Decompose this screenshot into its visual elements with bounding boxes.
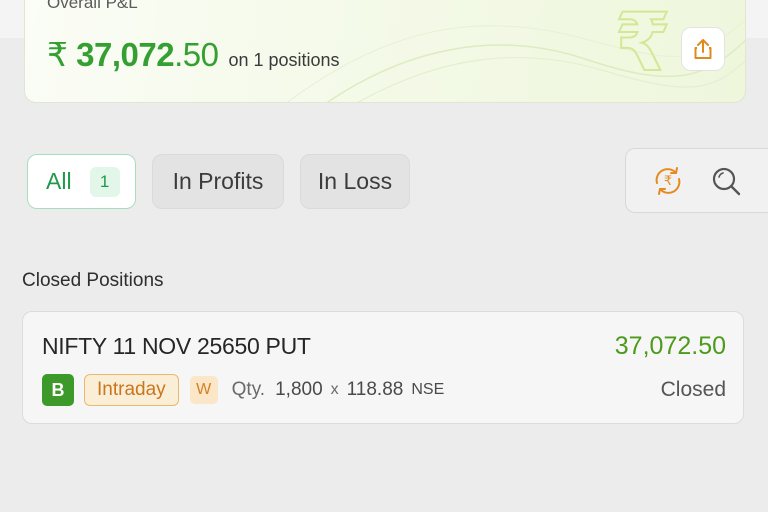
position-symbol: NIFTY 11 NOV 25650 PUT bbox=[42, 333, 311, 359]
currency-symbol: ₹ bbox=[47, 36, 68, 73]
filter-all-label: All bbox=[46, 168, 72, 194]
pnl-value: ₹ 37,072.50 bbox=[47, 35, 219, 74]
svg-text:₹: ₹ bbox=[664, 174, 672, 189]
overall-pnl-card: Overall P&L ₹ 37,072.50 on 1 positions ₹ bbox=[24, 0, 746, 103]
rupee-refresh-icon[interactable]: ₹ bbox=[648, 161, 688, 201]
position-card[interactable]: NIFTY 11 NOV 25650 PUT 37,072.50 B Intra… bbox=[22, 311, 744, 424]
multiply-sign: x bbox=[330, 381, 339, 398]
weekly-expiry-badge: W bbox=[189, 376, 218, 404]
average-price: 118.88 bbox=[346, 379, 404, 400]
pnl-value-row: ₹ 37,072.50 on 1 positions bbox=[47, 35, 340, 74]
tools-panel: ₹ bbox=[625, 148, 768, 213]
position-pnl: 37,072.50 bbox=[614, 332, 726, 360]
share-button[interactable] bbox=[681, 27, 725, 71]
filter-all-tab[interactable]: All 1 bbox=[27, 154, 136, 209]
position-status: Closed bbox=[660, 378, 726, 401]
positions-count-text: on 1 positions bbox=[228, 50, 340, 70]
filter-loss-label: In Loss bbox=[317, 168, 393, 194]
pnl-label: Overall P&L bbox=[47, 0, 138, 12]
filter-loss-tab[interactable]: In Loss bbox=[300, 154, 410, 209]
filter-all-count: 1 bbox=[89, 166, 120, 197]
filter-profits-tab[interactable]: In Profits bbox=[152, 154, 284, 209]
quantity-value: 1,800 bbox=[275, 379, 323, 400]
exchange-label: NSE bbox=[411, 381, 445, 398]
rupee-watermark-icon: ₹ bbox=[614, 0, 672, 87]
filter-profits-label: In Profits bbox=[172, 168, 264, 194]
position-details-row: B Intraday W Qty. 1,800 x 118.88 NSE bbox=[42, 374, 444, 406]
pnl-value-integer: 37,072 bbox=[76, 36, 175, 73]
product-type-badge: Intraday bbox=[84, 374, 179, 406]
search-icon[interactable] bbox=[706, 161, 746, 201]
buy-side-badge: B bbox=[42, 374, 74, 406]
closed-positions-title: Closed Positions bbox=[22, 270, 164, 291]
pnl-value-decimal: .50 bbox=[174, 36, 219, 73]
share-icon bbox=[694, 39, 712, 59]
quantity-label: Qty. bbox=[231, 379, 266, 400]
